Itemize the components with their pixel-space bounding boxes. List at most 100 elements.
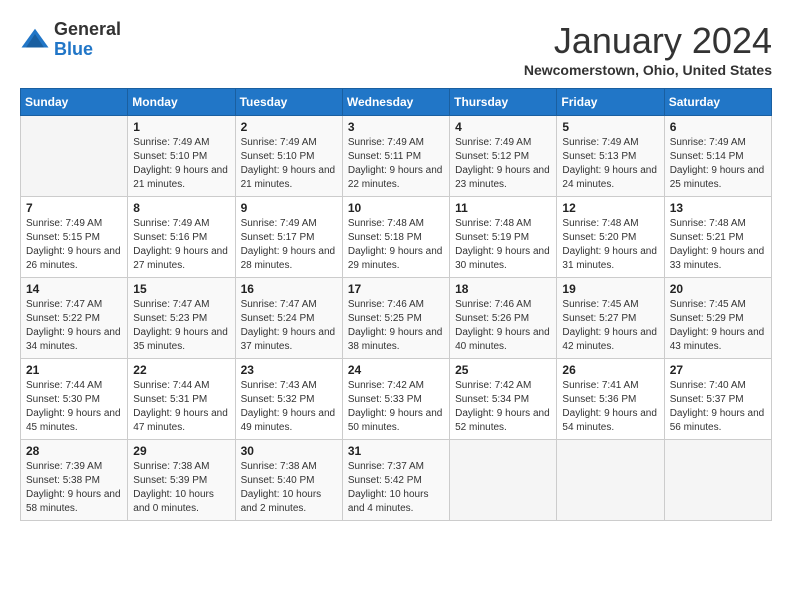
cell-info: Sunrise: 7:43 AMSunset: 5:32 PMDaylight:… bbox=[241, 379, 337, 435]
column-header-thursday: Thursday bbox=[450, 89, 557, 116]
calendar-cell: 2 Sunrise: 7:49 AMSunset: 5:10 PMDaylight… bbox=[235, 116, 342, 197]
calendar-cell bbox=[557, 440, 664, 521]
column-header-tuesday: Tuesday bbox=[235, 89, 342, 116]
calendar-week-row: 7 Sunrise: 7:49 AMSunset: 5:15 PMDaylight… bbox=[21, 197, 772, 278]
page-header: General Blue January 2024 Newcomerstown,… bbox=[20, 20, 772, 78]
cell-info: Sunrise: 7:42 AMSunset: 5:34 PMDaylight:… bbox=[455, 379, 551, 435]
logo-icon bbox=[20, 25, 50, 55]
day-number: 28 bbox=[26, 444, 122, 458]
cell-info: Sunrise: 7:47 AMSunset: 5:24 PMDaylight:… bbox=[241, 298, 337, 354]
day-number: 10 bbox=[348, 201, 444, 215]
day-number: 8 bbox=[133, 201, 229, 215]
day-number: 20 bbox=[670, 282, 766, 296]
calendar-cell: 19 Sunrise: 7:45 AMSunset: 5:27 PMDayligh… bbox=[557, 278, 664, 359]
day-number: 14 bbox=[26, 282, 122, 296]
cell-info: Sunrise: 7:49 AMSunset: 5:17 PMDaylight:… bbox=[241, 217, 337, 273]
column-header-wednesday: Wednesday bbox=[342, 89, 449, 116]
calendar-cell: 23 Sunrise: 7:43 AMSunset: 5:32 PMDayligh… bbox=[235, 359, 342, 440]
logo: General Blue bbox=[20, 20, 121, 60]
calendar-cell: 8Sunrise: 7:49 AMSunset: 5:16 PMDaylight… bbox=[128, 197, 235, 278]
cell-info: Sunrise: 7:47 AMSunset: 5:22 PMDaylight:… bbox=[26, 298, 122, 354]
calendar-cell: 4 Sunrise: 7:49 AMSunset: 5:12 PMDaylight… bbox=[450, 116, 557, 197]
day-number: 2 bbox=[241, 120, 337, 134]
cell-info: Sunrise: 7:48 AMSunset: 5:18 PMDaylight:… bbox=[348, 217, 444, 273]
cell-info: Sunrise: 7:46 AMSunset: 5:26 PMDaylight:… bbox=[455, 298, 551, 354]
cell-info: Sunrise: 7:49 AMSunset: 5:11 PMDaylight:… bbox=[348, 136, 444, 192]
day-number: 19 bbox=[562, 282, 658, 296]
calendar-cell: 3 Sunrise: 7:49 AMSunset: 5:11 PMDaylight… bbox=[342, 116, 449, 197]
calendar-cell: 24 Sunrise: 7:42 AMSunset: 5:33 PMDayligh… bbox=[342, 359, 449, 440]
cell-info: Sunrise: 7:49 AMSunset: 5:14 PMDaylight:… bbox=[670, 136, 766, 192]
calendar-cell: 17Sunrise: 7:46 AMSunset: 5:25 PMDayligh… bbox=[342, 278, 449, 359]
day-number: 30 bbox=[241, 444, 337, 458]
calendar-cell: 26 Sunrise: 7:41 AMSunset: 5:36 PMDayligh… bbox=[557, 359, 664, 440]
calendar-cell: 25Sunrise: 7:42 AMSunset: 5:34 PMDayligh… bbox=[450, 359, 557, 440]
cell-info: Sunrise: 7:38 AMSunset: 5:39 PMDaylight:… bbox=[133, 460, 229, 516]
day-number: 27 bbox=[670, 363, 766, 377]
day-number: 12 bbox=[562, 201, 658, 215]
day-number: 31 bbox=[348, 444, 444, 458]
calendar-cell: 29 Sunrise: 7:38 AMSunset: 5:39 PMDayligh… bbox=[128, 440, 235, 521]
calendar-week-row: 14 Sunrise: 7:47 AMSunset: 5:22 PMDayligh… bbox=[21, 278, 772, 359]
logo-text: General Blue bbox=[54, 20, 121, 60]
day-number: 24 bbox=[348, 363, 444, 377]
calendar-header-row: SundayMondayTuesdayWednesdayThursdayFrid… bbox=[21, 89, 772, 116]
calendar-cell: 12 Sunrise: 7:48 AMSunset: 5:20 PMDayligh… bbox=[557, 197, 664, 278]
column-header-saturday: Saturday bbox=[664, 89, 771, 116]
cell-info: Sunrise: 7:39 AMSunset: 5:38 PMDaylight:… bbox=[26, 460, 122, 516]
day-number: 16 bbox=[241, 282, 337, 296]
cell-info: Sunrise: 7:49 AMSunset: 5:15 PMDaylight:… bbox=[26, 217, 122, 273]
cell-info: Sunrise: 7:49 AMSunset: 5:10 PMDaylight:… bbox=[241, 136, 337, 192]
calendar-cell: 6 Sunrise: 7:49 AMSunset: 5:14 PMDaylight… bbox=[664, 116, 771, 197]
calendar-cell bbox=[664, 440, 771, 521]
day-number: 5 bbox=[562, 120, 658, 134]
cell-info: Sunrise: 7:38 AMSunset: 5:40 PMDaylight:… bbox=[241, 460, 337, 516]
column-header-sunday: Sunday bbox=[21, 89, 128, 116]
day-number: 7 bbox=[26, 201, 122, 215]
day-number: 11 bbox=[455, 201, 551, 215]
day-number: 29 bbox=[133, 444, 229, 458]
day-number: 4 bbox=[455, 120, 551, 134]
calendar-cell: 27 Sunrise: 7:40 AMSunset: 5:37 PMDayligh… bbox=[664, 359, 771, 440]
day-number: 6 bbox=[670, 120, 766, 134]
logo-blue: Blue bbox=[54, 40, 121, 60]
day-number: 3 bbox=[348, 120, 444, 134]
cell-info: Sunrise: 7:44 AMSunset: 5:30 PMDaylight:… bbox=[26, 379, 122, 435]
cell-info: Sunrise: 7:40 AMSunset: 5:37 PMDaylight:… bbox=[670, 379, 766, 435]
calendar-cell: 18Sunrise: 7:46 AMSunset: 5:26 PMDayligh… bbox=[450, 278, 557, 359]
calendar-week-row: 28 Sunrise: 7:39 AMSunset: 5:38 PMDayligh… bbox=[21, 440, 772, 521]
calendar-cell: 21 Sunrise: 7:44 AMSunset: 5:30 PMDayligh… bbox=[21, 359, 128, 440]
cell-info: Sunrise: 7:47 AMSunset: 5:23 PMDaylight:… bbox=[133, 298, 229, 354]
cell-info: Sunrise: 7:45 AMSunset: 5:27 PMDaylight:… bbox=[562, 298, 658, 354]
calendar-cell: 9 Sunrise: 7:49 AMSunset: 5:17 PMDaylight… bbox=[235, 197, 342, 278]
day-number: 26 bbox=[562, 363, 658, 377]
cell-info: Sunrise: 7:48 AMSunset: 5:21 PMDaylight:… bbox=[670, 217, 766, 273]
calendar-cell bbox=[450, 440, 557, 521]
cell-info: Sunrise: 7:49 AMSunset: 5:10 PMDaylight:… bbox=[133, 136, 229, 192]
calendar-cell: 30 Sunrise: 7:38 AMSunset: 5:40 PMDayligh… bbox=[235, 440, 342, 521]
cell-info: Sunrise: 7:41 AMSunset: 5:36 PMDaylight:… bbox=[562, 379, 658, 435]
cell-info: Sunrise: 7:45 AMSunset: 5:29 PMDaylight:… bbox=[670, 298, 766, 354]
calendar-cell: 20 Sunrise: 7:45 AMSunset: 5:29 PMDayligh… bbox=[664, 278, 771, 359]
calendar-cell: 10 Sunrise: 7:48 AMSunset: 5:18 PMDayligh… bbox=[342, 197, 449, 278]
day-number: 13 bbox=[670, 201, 766, 215]
day-number: 23 bbox=[241, 363, 337, 377]
cell-info: Sunrise: 7:37 AMSunset: 5:42 PMDaylight:… bbox=[348, 460, 444, 516]
cell-info: Sunrise: 7:46 AMSunset: 5:25 PMDaylight:… bbox=[348, 298, 444, 354]
cell-info: Sunrise: 7:44 AMSunset: 5:31 PMDaylight:… bbox=[133, 379, 229, 435]
calendar-cell: 11Sunrise: 7:48 AMSunset: 5:19 PMDayligh… bbox=[450, 197, 557, 278]
cell-info: Sunrise: 7:48 AMSunset: 5:20 PMDaylight:… bbox=[562, 217, 658, 273]
calendar-cell: 15Sunrise: 7:47 AMSunset: 5:23 PMDayligh… bbox=[128, 278, 235, 359]
day-number: 9 bbox=[241, 201, 337, 215]
calendar-week-row: 1 Sunrise: 7:49 AMSunset: 5:10 PMDaylight… bbox=[21, 116, 772, 197]
calendar-cell: 13 Sunrise: 7:48 AMSunset: 5:21 PMDayligh… bbox=[664, 197, 771, 278]
calendar-cell: 1 Sunrise: 7:49 AMSunset: 5:10 PMDaylight… bbox=[128, 116, 235, 197]
column-header-monday: Monday bbox=[128, 89, 235, 116]
day-number: 1 bbox=[133, 120, 229, 134]
column-header-friday: Friday bbox=[557, 89, 664, 116]
day-number: 21 bbox=[26, 363, 122, 377]
cell-info: Sunrise: 7:42 AMSunset: 5:33 PMDaylight:… bbox=[348, 379, 444, 435]
calendar-cell: 5Sunrise: 7:49 AMSunset: 5:13 PMDaylight… bbox=[557, 116, 664, 197]
calendar-table: SundayMondayTuesdayWednesdayThursdayFrid… bbox=[20, 88, 772, 521]
cell-info: Sunrise: 7:49 AMSunset: 5:12 PMDaylight:… bbox=[455, 136, 551, 192]
